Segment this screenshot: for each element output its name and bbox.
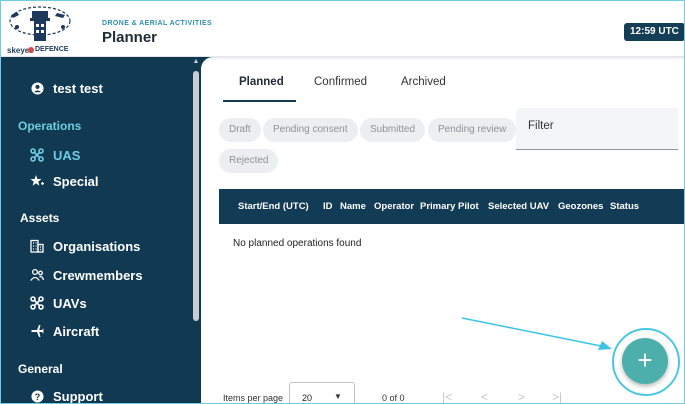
status-chip-submitted[interactable]: Submitted [360, 118, 426, 142]
sidebar-item-crewmembers-label: Crewmembers [53, 267, 143, 283]
page-title: Planner [102, 29, 158, 46]
sidebar-item-organisations-label: Organisations [53, 238, 141, 254]
people-icon [30, 268, 44, 282]
caret-down-icon: ▼ [334, 392, 342, 401]
first-page-icon[interactable]: |< [442, 390, 452, 403]
items-per-page-label: Items per page [223, 393, 284, 403]
user-account-icon [30, 81, 44, 95]
last-page-icon[interactable]: >| [552, 390, 562, 403]
sidebar-item-uas[interactable]: UAS [30, 143, 80, 167]
table-header: Start/End (UTC) ID Name Operator Primary… [219, 189, 684, 224]
next-page-icon[interactable]: > [518, 390, 525, 403]
status-chip-pending-consent[interactable]: Pending consent [263, 118, 358, 142]
sidebar-scroll-thumb[interactable] [193, 71, 199, 321]
tab-archived[interactable]: Archived [401, 76, 446, 88]
svg-text:?: ? [34, 391, 40, 401]
page-size-select[interactable]: 20 ▼ [289, 382, 355, 403]
sidebar-section-assets: Assets [20, 211, 60, 225]
filter-input[interactable] [528, 120, 668, 132]
star-plus-icon [30, 174, 44, 188]
logo-defence-text: DEFENCE [35, 46, 69, 53]
filter-field[interactable] [516, 108, 678, 150]
status-chip-draft[interactable]: Draft [219, 118, 261, 142]
sidebar-item-aircraft[interactable]: Aircraft [30, 319, 99, 343]
column-geozones[interactable]: Geozones [558, 201, 603, 212]
sidebar-item-support[interactable]: ? Support [30, 384, 103, 404]
airplane-icon [30, 324, 44, 338]
status-chip-pending-review[interactable]: Pending review [428, 118, 517, 142]
help-icon: ? [30, 389, 44, 403]
page-range: 0 of 0 [382, 393, 405, 403]
column-status[interactable]: Status [610, 201, 639, 212]
building-icon [30, 239, 44, 253]
sidebar-section-general: General [18, 362, 63, 376]
sidebar-item-uavs[interactable]: UAVs [30, 291, 87, 315]
scroll-up-icon[interactable]: ▲ [192, 58, 200, 66]
column-start-end[interactable]: Start/End (UTC) [238, 201, 309, 212]
previous-page-icon[interactable]: < [481, 390, 488, 403]
control-tower-logo-icon [9, 6, 71, 41]
defence-dot-icon [28, 47, 34, 53]
sidebar-user[interactable]: test test [30, 76, 103, 100]
app-kicker: DRONE & AERIAL ACTIVITIES [102, 20, 213, 27]
sidebar-item-aircraft-label: Aircraft [53, 323, 100, 339]
active-tab-indicator [223, 100, 296, 102]
sidebar [1, 57, 201, 403]
column-operator[interactable]: Operator [374, 201, 414, 212]
column-name[interactable]: Name [340, 201, 366, 212]
column-id[interactable]: ID [323, 201, 333, 212]
sidebar-item-special-label: Special [53, 173, 99, 189]
top-bar: skeyes DEFENCE DRONE & AERIAL ACTIVITIES… [1, 1, 684, 57]
status-chip-rejected[interactable]: Rejected [219, 149, 279, 173]
app-window: skeyes DEFENCE DRONE & AERIAL ACTIVITIES… [0, 0, 685, 404]
skeyes-defence-logo: skeyes DEFENCE [5, 5, 101, 57]
sidebar-item-uavs-label: UAVs [53, 295, 87, 311]
empty-table-message: No planned operations found [233, 238, 362, 249]
sidebar-item-organisations[interactable]: Organisations [30, 234, 140, 258]
add-operation-button[interactable]: + [622, 338, 668, 384]
sidebar-item-uas-label: UAS [53, 147, 81, 163]
sidebar-item-crewmembers[interactable]: Crewmembers [30, 263, 143, 287]
column-primary-pilot[interactable]: Primary Pilot [420, 201, 479, 212]
sidebar-item-support-label: Support [53, 388, 103, 404]
column-selected-uav[interactable]: Selected UAV [488, 201, 549, 212]
page-size-value: 20 [302, 393, 313, 403]
tab-planned[interactable]: Planned [239, 76, 284, 88]
drone-icon [30, 296, 44, 310]
drone-icon [30, 148, 44, 162]
utc-clock: 12:59 UTC [624, 23, 684, 41]
sidebar-user-label: test test [53, 80, 103, 96]
sidebar-section-operations: Operations [18, 119, 82, 133]
sidebar-item-special[interactable]: Special [30, 169, 99, 193]
tab-confirmed[interactable]: Confirmed [314, 76, 367, 88]
